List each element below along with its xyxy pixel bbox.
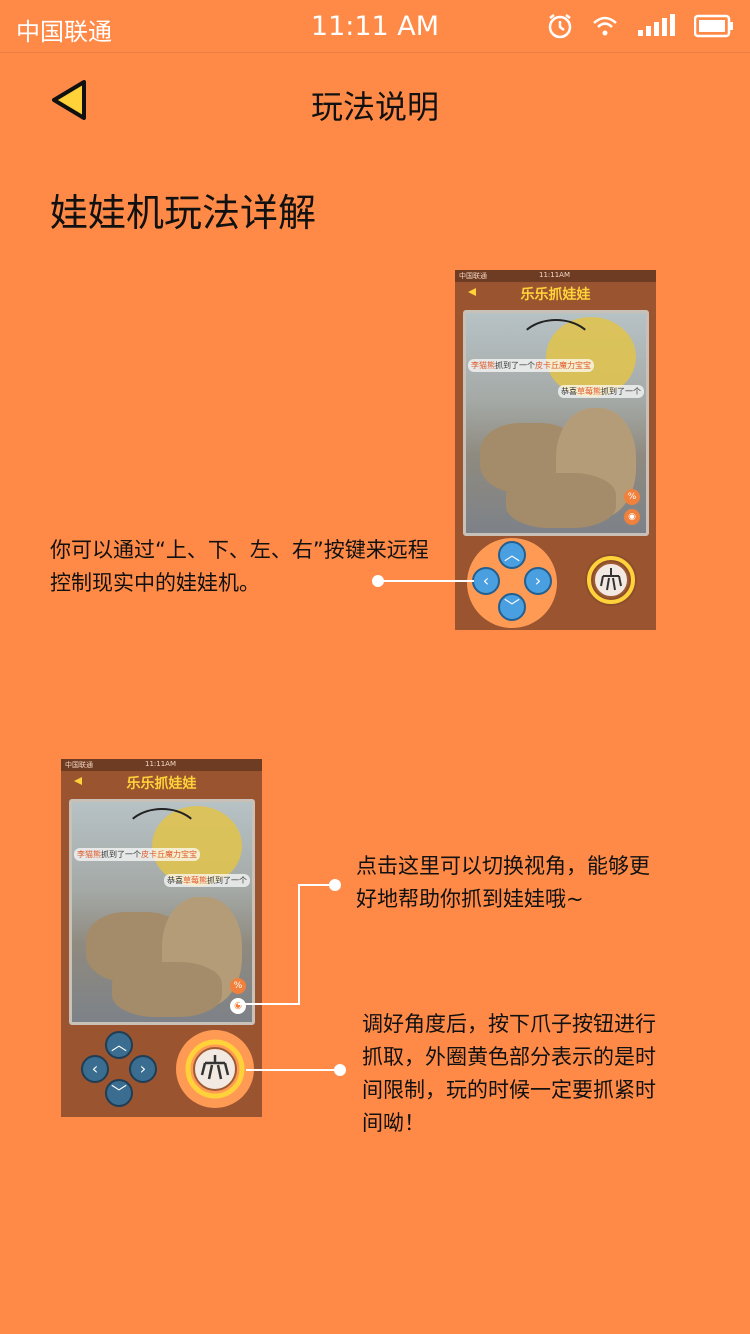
callout-claw-dot: [334, 1064, 346, 1076]
callout-claw-line-1: 调好角度后，按下爪子按钮进行: [362, 1012, 656, 1036]
signal-icon: [638, 14, 675, 36]
callout-camera: 点击这里可以切换视角，能够更 好地帮助你抓到娃娃哦~: [356, 850, 716, 916]
callout-claw-line-2: 抓取，外圈黄色部分表示的是时: [362, 1045, 656, 1069]
mock2-app-title: 乐乐抓娃娃: [126, 776, 197, 792]
mock-carrier: 中国联通: [459, 272, 487, 280]
mock-left-arrow-icon: ‹: [472, 567, 500, 595]
mock2-status-bar: 中国联通 11:11AM: [61, 759, 262, 771]
mock-status-bar: 中国联通 11:11AM: [455, 270, 656, 282]
mockup-camera-claw: 中国联通 11:11AM 乐乐抓娃娃 李猫熊抓到了一个皮卡丘魔力宝宝 恭喜草莓熊…: [61, 759, 262, 1117]
mock2-right-arrow-icon: ›: [129, 1055, 157, 1083]
mock2-up-arrow-icon: ︿: [105, 1031, 133, 1059]
mock2-message-1: 李猫熊抓到了一个皮卡丘魔力宝宝: [74, 848, 200, 861]
status-bar: 中国联通 11:11 AM: [0, 0, 750, 53]
mock-app-title: 乐乐抓娃娃: [520, 287, 591, 303]
mock2-gift-icon: %: [230, 978, 246, 994]
mock-up-arrow-icon: ︿: [498, 541, 526, 569]
mock-camera-view: 李猫熊抓到了一个皮卡丘魔力宝宝 恭喜草莓熊抓到了一个 % ◉: [463, 310, 649, 536]
mock-claw-button: [585, 554, 637, 606]
mock2-down-arrow-icon: ﹀: [105, 1079, 133, 1107]
status-divider: [0, 52, 750, 53]
mock-down-arrow-icon: ﹀: [498, 593, 526, 621]
callout-claw-line-4: 间呦！: [362, 1111, 425, 1135]
callout-controls-dot: [372, 575, 384, 587]
mock2-camera-icon: ◉: [230, 998, 246, 1014]
mock2-message-2: 恭喜草莓熊抓到了一个: [164, 874, 250, 887]
mock-dpad: ︿ ‹ › ﹀: [467, 538, 557, 628]
callout-claw-line: [246, 1069, 336, 1071]
battery-icon: [694, 14, 733, 38]
mock-right-arrow-icon: ›: [524, 567, 552, 595]
mock2-claw-button: [176, 1030, 254, 1108]
alarm-icon: [548, 14, 572, 39]
status-icons: [546, 12, 734, 40]
callout-controls: 你可以通过“上、下、左、右”按键来远程控制现实中的娃娃机。: [50, 538, 429, 595]
mock2-carrier: 中国联通: [65, 761, 93, 769]
section-title: 娃娃机玩法详解: [50, 191, 317, 235]
callout-camera-line-v: [298, 884, 300, 1004]
callout-camera-line-h1: [298, 884, 332, 886]
mock2-left-arrow-icon: ‹: [81, 1055, 109, 1083]
callout-camera-line-1: 点击这里可以切换视角，能够更: [356, 854, 650, 878]
wifi-icon: [593, 16, 617, 36]
callout-claw: 调好角度后，按下爪子按钮进行 抓取，外圈黄色部分表示的是时 间限制，玩的时候一定…: [362, 1008, 732, 1140]
callout-camera-line-2: 好地帮助你抓到娃娃哦~: [356, 887, 584, 911]
mock-message-2: 恭喜草莓熊抓到了一个: [558, 385, 644, 398]
mock2-dpad: ︿ ‹ › ﹀: [79, 1029, 159, 1109]
callout-camera-line-h2: [238, 1003, 300, 1005]
mock-message-1: 李猫熊抓到了一个皮卡丘魔力宝宝: [468, 359, 594, 372]
mock2-camera-view: 李猫熊抓到了一个皮卡丘魔力宝宝 恭喜草莓熊抓到了一个 % ◉: [69, 799, 255, 1025]
mock-time: 11:11AM: [539, 271, 571, 279]
page-title: 玩法说明: [310, 88, 439, 126]
mock-camera-icon: ◉: [624, 509, 640, 525]
mock-gift-icon: %: [624, 489, 640, 505]
callout-claw-line-3: 间限制，玩的时候一定要抓紧时: [362, 1078, 656, 1102]
mockup-controls: 中国联通 11:11AM 乐乐抓娃娃 李猫熊抓到了一个皮卡丘魔力宝宝 恭喜草莓熊…: [455, 270, 656, 630]
callout-controls-line: [384, 580, 474, 582]
mock2-time: 11:11AM: [145, 760, 177, 768]
